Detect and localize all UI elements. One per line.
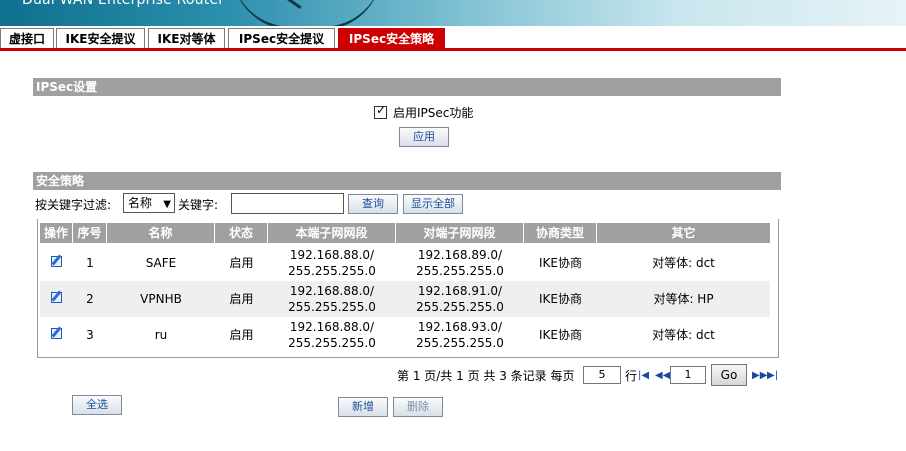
row-name: ru [154, 328, 168, 342]
keyword-input[interactable] [231, 193, 344, 214]
tab-ipsec-policy[interactable]: IPSec安全策略 [338, 28, 445, 50]
per-page-input[interactable]: 5 [583, 366, 621, 384]
banner-decoration [232, 0, 382, 26]
section-security-policy: 安全策略 [33, 172, 781, 190]
row-status: 启用 [229, 328, 254, 342]
row-index: 2 [86, 292, 94, 306]
edit-icon[interactable] [50, 290, 64, 304]
last-page-icon[interactable]: ▶| [767, 366, 778, 386]
policy-table: 操作 序号 名称 状态 本端子网网段 对端子网网段 协商类型 其它 1 SAFE… [37, 219, 779, 358]
page-number-input[interactable]: 1 [670, 366, 706, 384]
search-button[interactable]: 查询 [348, 194, 398, 214]
row-remote-subnet: 192.168.91.0/ 255.255.255.0 [416, 284, 504, 314]
row-negotiation: IKE协商 [539, 256, 582, 270]
col-remote-subnet: 对端子网网段 [396, 223, 524, 243]
edit-icon[interactable] [50, 326, 64, 340]
row-edit-cell [40, 290, 73, 308]
row-name: VPNHB [140, 292, 182, 306]
go-button[interactable]: Go [711, 364, 747, 386]
row-other: 对等体: dct [652, 328, 715, 342]
row-status: 启用 [229, 292, 254, 306]
col-local-subnet: 本端子网网段 [268, 223, 396, 243]
col-name: 名称 [107, 223, 215, 243]
table-header: 操作 序号 名称 状态 本端子网网段 对端子网网段 协商类型 其它 [40, 223, 770, 243]
rows-unit-label: 行 [625, 369, 638, 383]
header-banner: Dual WAN Enterprise Router [0, 0, 906, 26]
row-other: 对等体: HP [653, 292, 714, 306]
page-summary: 第 1 页/共 1 页 共 3 条记录 每页 [397, 369, 575, 383]
row-local-subnet: 192.168.88.0/ 255.255.255.0 [288, 248, 376, 278]
enable-ipsec-checkbox[interactable] [374, 103, 387, 119]
row-remote-subnet: 192.168.89.0/ 255.255.255.0 [416, 248, 504, 278]
section-ipsec-settings: IPSec设置 [33, 78, 781, 96]
enable-ipsec-label: 启用IPSec功能 [393, 105, 474, 120]
tab-underline [0, 48, 906, 51]
table-body: 1 SAFE 启用 192.168.88.0/ 255.255.255.0 19… [40, 245, 770, 353]
col-other: 其它 [671, 226, 696, 240]
tab-virtual-interface[interactable]: 虚接口 [0, 28, 54, 49]
filter-field-select[interactable]: 名称 ▼ [123, 193, 175, 213]
row-other: 对等体: dct [652, 256, 715, 270]
first-page-icon[interactable]: |◀ [638, 366, 649, 386]
table-row: 1 SAFE 启用 192.168.88.0/ 255.255.255.0 19… [40, 245, 770, 281]
app-title: Dual WAN Enterprise Router [22, 0, 225, 8]
row-edit-cell [40, 254, 73, 272]
row-index: 3 [86, 328, 94, 342]
table-row: 3 ru 启用 192.168.88.0/ 255.255.255.0 192.… [40, 317, 770, 353]
tab-ike-proposal[interactable]: IKE安全提议 [56, 28, 145, 49]
row-index: 1 [86, 256, 94, 270]
filter-field-value: 名称 [128, 196, 153, 210]
keyword-label: 关键字: [178, 198, 219, 212]
show-all-button[interactable]: 显示全部 [403, 194, 463, 214]
row-name: SAFE [145, 256, 177, 270]
row-negotiation: IKE协商 [539, 292, 582, 306]
tab-ike-peer[interactable]: IKE对等体 [148, 28, 225, 49]
table-row: 2 VPNHB 启用 192.168.88.0/ 255.255.255.0 1… [40, 281, 770, 317]
tab-ipsec-proposal[interactable]: IPSec安全提议 [228, 28, 335, 49]
row-local-subnet: 192.168.88.0/ 255.255.255.0 [288, 284, 376, 314]
select-all-button[interactable]: 全选 [72, 395, 122, 415]
col-action: 操作 [40, 223, 73, 243]
col-negotiation: 协商类型 [524, 223, 597, 243]
prev-page-icon[interactable]: ◀◀ [655, 366, 670, 386]
filter-label: 按关键字过滤: [35, 198, 112, 212]
col-index: 序号 [73, 223, 107, 243]
tab-bar: 虚接口 IKE安全提议 IKE对等体 IPSec安全提议 IPSec安全策略 [0, 28, 906, 50]
row-local-subnet: 192.168.88.0/ 255.255.255.0 [288, 320, 376, 350]
row-remote-subnet: 192.168.93.0/ 255.255.255.0 [416, 320, 504, 350]
enable-ipsec-row: 启用IPSec功能 [374, 103, 474, 120]
row-negotiation: IKE协商 [539, 328, 582, 342]
edit-icon[interactable] [50, 254, 64, 268]
next-page-icon[interactable]: ▶▶ [752, 366, 767, 386]
col-status: 状态 [215, 223, 268, 243]
apply-button[interactable]: 应用 [399, 127, 449, 147]
row-status: 启用 [229, 256, 254, 270]
chevron-down-icon: ▼ [163, 199, 171, 210]
row-edit-cell [40, 326, 73, 344]
delete-button[interactable]: 删除 [393, 397, 443, 417]
add-button[interactable]: 新增 [338, 397, 388, 417]
